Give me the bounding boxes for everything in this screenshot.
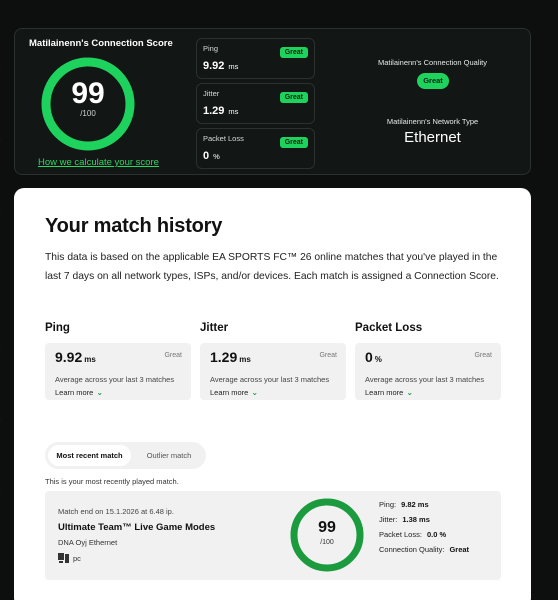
match-connection-quality: Connection Quality: Great — [379, 545, 470, 554]
jitter-stat-rating: Great — [319, 352, 337, 359]
packet-loss-stat-rating: Great — [474, 352, 492, 359]
match-platform: pc — [58, 553, 81, 565]
jitter-value: 1.29 ms — [203, 105, 239, 117]
packet-loss-status-badge: Great — [279, 137, 308, 148]
match-jitter: Jitter: 1.38 ms — [379, 515, 430, 524]
match-ping: Ping: 9.82 ms — [379, 500, 429, 509]
connection-score-title: Matilainenn's Connection Score — [29, 38, 173, 49]
connection-quality-label: Matilainenn's Connection Quality — [378, 58, 487, 67]
jitter-stat-note: Average across your last 3 matches — [210, 375, 330, 384]
ping-stat: Ping 9.92 ms Great Average across your la… — [45, 322, 191, 400]
jitter-learn-more-button[interactable]: Learn more ⌄ — [210, 388, 258, 397]
network-type-value: Ethernet — [404, 129, 461, 146]
match-history-description: This data is based on the applicable EA … — [45, 252, 499, 282]
ping-value: 9.92 ms — [203, 60, 239, 72]
jitter-metric-card: Jitter 1.29 ms Great — [196, 83, 315, 124]
match-end-time: Match end on 15.1.2026 at 6.48 ip. — [58, 507, 174, 516]
match-game-mode: Ultimate Team™ Live Game Modes — [58, 522, 216, 533]
pc-monitor-icon — [58, 553, 69, 565]
jitter-stat: Jitter 1.29 ms Great Average across your … — [200, 322, 346, 400]
connection-score-max: /100 — [80, 109, 96, 118]
packet-loss-stat-box: 0% Great Average across your last 3 matc… — [355, 343, 501, 400]
packet-loss-learn-more-button[interactable]: Learn more ⌄ — [365, 388, 413, 397]
ping-metric-card: Ping 9.92 ms Great — [196, 38, 315, 79]
jitter-label: Jitter — [203, 89, 220, 98]
connection-score-ring: 99 /100 — [38, 54, 138, 154]
chevron-down-icon: ⌄ — [96, 388, 104, 397]
ping-stat-rating: Great — [164, 352, 182, 359]
ping-status-badge: Great — [279, 47, 308, 58]
recent-match-note: This is your most recently played match. — [45, 477, 179, 486]
match-stats-list: Ping: 9.82 ms Jitter: 1.38 ms Packet Loss:… — [379, 500, 469, 560]
packet-loss-stat-heading: Packet Loss — [355, 322, 423, 334]
how-we-calculate-link[interactable]: How we calculate your score — [38, 157, 159, 168]
connection-score-value: 99 — [71, 77, 105, 110]
ping-stat-value: 9.92 ms — [55, 349, 96, 365]
packet-loss-stat-note: Average across your last 3 matches — [365, 375, 485, 384]
packet-loss-stat: Packet Loss 0% Great Average across your… — [355, 322, 501, 400]
jitter-stat-box: 1.29 ms Great Average across your last 3 … — [200, 343, 346, 400]
match-score-max: /100 — [320, 539, 334, 546]
packet-loss-value: 0% — [203, 150, 220, 162]
jitter-stat-heading: Jitter — [200, 322, 229, 334]
ping-stat-note: Average across your last 3 matches — [55, 375, 175, 384]
packet-loss-stat-value: 0% — [365, 349, 382, 365]
jitter-status-badge: Great — [279, 92, 308, 103]
match-history-title: Your match history — [45, 215, 223, 237]
chevron-down-icon: ⌄ — [406, 388, 414, 397]
connection-quality-badge: Great — [417, 73, 449, 89]
outlier-match-tab[interactable]: Outlier match — [135, 445, 203, 466]
packet-loss-metric-card: Packet Loss 0% Great — [196, 128, 315, 169]
match-score-ring: 99 /100 — [288, 496, 366, 574]
ping-stat-heading: Ping — [45, 322, 70, 334]
ping-stat-box: 9.92 ms Great Average across your last 3 … — [45, 343, 191, 400]
match-type-toggle: Most recent match Outlier match — [45, 442, 206, 469]
packet-loss-label: Packet Loss — [203, 134, 244, 143]
chevron-down-icon: ⌄ — [251, 388, 259, 397]
match-score-value: 99 — [318, 519, 336, 536]
recent-match-card: Match end on 15.1.2026 at 6.48 ip. Ultim… — [45, 491, 501, 580]
ping-label: Ping — [203, 44, 219, 53]
jitter-stat-value: 1.29 ms — [210, 349, 251, 365]
match-isp: DNA Oyj Ethernet — [58, 538, 118, 547]
connection-summary-card: Matilainenn's Connection Score 99 /100 H… — [14, 28, 531, 175]
match-packet-loss: Packet Loss: 0.0 % — [379, 530, 447, 539]
network-type-label: Matilainenn's Network Type — [386, 117, 479, 126]
ping-learn-more-button[interactable]: Learn more ⌄ — [55, 388, 103, 397]
match-history-card: Your match history This data is based on… — [14, 188, 531, 600]
most-recent-match-tab[interactable]: Most recent match — [48, 445, 131, 466]
